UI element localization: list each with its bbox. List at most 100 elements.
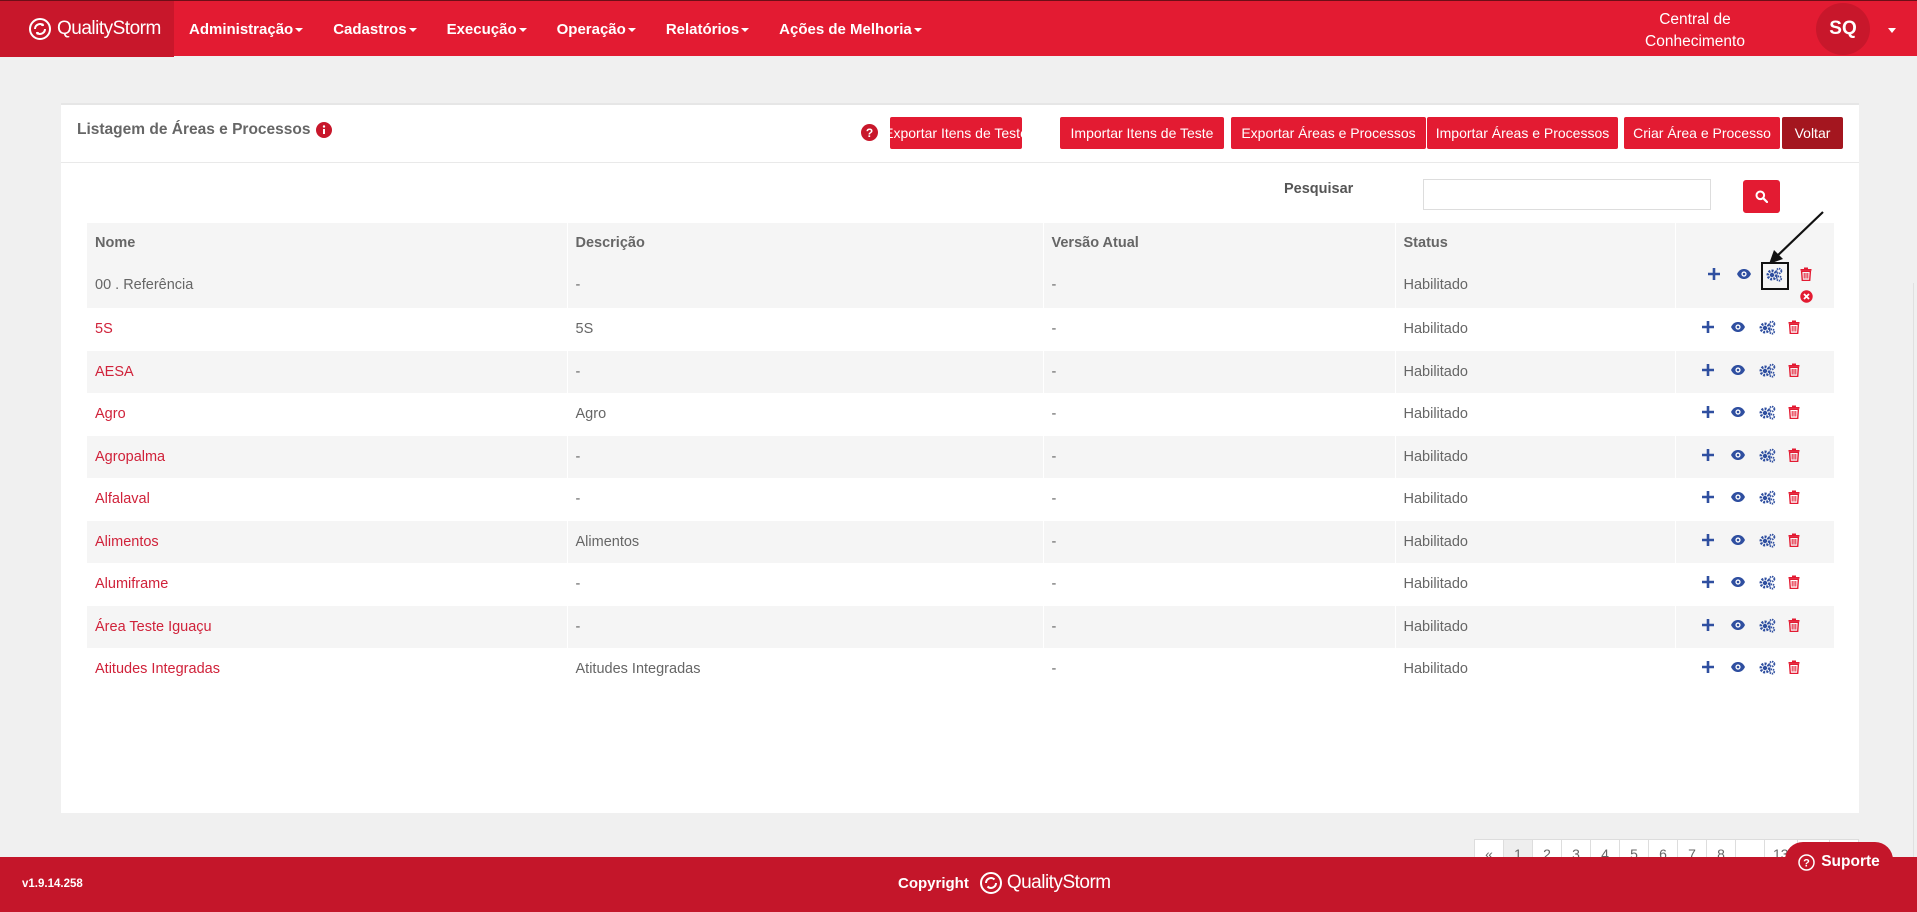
add-icon[interactable] — [1701, 363, 1719, 381]
table-row[interactable]: Atitudes Integradas Atitudes Integradas - H… — [87, 648, 1835, 691]
disable-icon[interactable] — [1799, 290, 1818, 308]
menu-operacao[interactable]: Operação — [542, 21, 651, 38]
view-icon[interactable] — [1730, 320, 1748, 338]
table-row[interactable]: AESA - - Habilitado — [87, 350, 1835, 393]
cell-nome[interactable]: Alimentos — [87, 520, 568, 563]
add-icon[interactable] — [1701, 320, 1719, 338]
column-header-versao-atual[interactable]: Versão Atual — [1043, 223, 1396, 262]
search-button[interactable] — [1743, 180, 1780, 213]
view-icon[interactable] — [1730, 490, 1748, 508]
cell-nome[interactable]: Atitudes Integradas — [87, 648, 568, 691]
cell-actions — [1675, 262, 1835, 308]
table-row[interactable]: Alfalaval - - Habilitado — [87, 478, 1835, 521]
caret-down-icon — [627, 27, 636, 32]
table-row[interactable]: Agro Agro - Habilitado — [87, 393, 1835, 436]
cell-nome[interactable]: AESA — [87, 350, 568, 393]
settings-gears-icon[interactable] — [1759, 405, 1777, 423]
add-icon[interactable] — [1701, 490, 1719, 508]
cell-nome[interactable]: 5S — [87, 308, 568, 351]
menu-relatorios[interactable]: Relatórios — [651, 21, 764, 38]
delete-icon[interactable] — [1788, 405, 1806, 423]
delete-icon[interactable] — [1800, 267, 1818, 285]
settings-gears-icon[interactable] — [1759, 363, 1777, 381]
cell-actions — [1675, 393, 1835, 436]
panel-header: Listagem de Áreas e Processos ? Exportar… — [61, 105, 1859, 163]
settings-gears-icon[interactable] — [1759, 575, 1777, 593]
table-row[interactable]: Agropalma - - Habilitado — [87, 435, 1835, 478]
settings-gears-icon[interactable] — [1759, 448, 1777, 466]
delete-icon[interactable] — [1788, 363, 1806, 381]
user-avatar[interactable]: SQ — [1816, 3, 1870, 55]
cell-nome[interactable]: Área Teste Iguaçu — [87, 605, 568, 648]
cell-nome[interactable]: Alumiframe — [87, 563, 568, 606]
settings-gears-icon[interactable] — [1759, 533, 1777, 551]
scrollbar[interactable] — [1913, 283, 1914, 895]
annotation-arrow-icon — [1769, 211, 1824, 264]
delete-icon[interactable] — [1788, 575, 1806, 593]
cell-nome[interactable]: Alfalaval — [87, 478, 568, 521]
delete-icon[interactable] — [1788, 320, 1806, 338]
export-test-items-button[interactable]: Exportar Itens de Teste — [884, 117, 1028, 149]
view-icon[interactable] — [1736, 267, 1754, 285]
cell-status: Habilitado — [1395, 648, 1676, 691]
page-title: Listagem de Áreas e Processos — [77, 121, 311, 138]
settings-gears-icon[interactable] — [1766, 267, 1784, 285]
cell-versao-atual: - — [1043, 478, 1396, 521]
view-icon[interactable] — [1730, 405, 1748, 423]
import-test-items-button[interactable]: Importar Itens de Teste — [1060, 117, 1224, 149]
delete-icon[interactable] — [1788, 533, 1806, 551]
app-version: v1.9.14.258 — [22, 878, 83, 890]
menu-administracao[interactable]: Administração — [174, 21, 318, 38]
cell-nome[interactable]: Agro — [87, 393, 568, 436]
support-button[interactable]: ? Suporte — [1785, 842, 1893, 882]
brand-logo[interactable]: QualityStorm — [0, 1, 174, 57]
view-icon[interactable] — [1730, 533, 1748, 551]
cell-descricao: - — [567, 605, 1044, 648]
add-icon[interactable] — [1701, 660, 1719, 678]
add-icon[interactable] — [1701, 405, 1719, 423]
menu-cadastros[interactable]: Cadastros — [318, 21, 431, 38]
column-header-nome[interactable]: Nome — [87, 223, 568, 262]
delete-icon[interactable] — [1788, 448, 1806, 466]
view-icon[interactable] — [1730, 575, 1748, 593]
settings-gears-icon[interactable] — [1759, 660, 1777, 678]
menu-acoes-de-melhoria[interactable]: Ações de Melhoria — [764, 21, 937, 38]
settings-gears-icon[interactable] — [1759, 490, 1777, 508]
create-area-button[interactable]: Criar Área e Processo — [1624, 117, 1780, 149]
column-header-descricao[interactable]: Descrição — [567, 223, 1044, 262]
cell-descricao: Alimentos — [567, 520, 1044, 563]
view-icon[interactable] — [1730, 363, 1748, 381]
view-icon[interactable] — [1730, 618, 1748, 636]
add-icon[interactable] — [1701, 448, 1719, 466]
export-areas-button[interactable]: Exportar Áreas e Processos — [1231, 117, 1426, 149]
view-icon[interactable] — [1730, 448, 1748, 466]
table-row[interactable]: Alimentos Alimentos - Habilitado — [87, 520, 1835, 563]
table-row[interactable]: 00 . Referência - - Habilitado — [87, 262, 1835, 308]
add-icon[interactable] — [1701, 575, 1719, 593]
table-row[interactable]: 5S 5S - Habilitado — [87, 308, 1835, 351]
user-menu-caret-icon[interactable] — [1888, 28, 1896, 33]
add-icon[interactable] — [1707, 267, 1725, 285]
delete-icon[interactable] — [1788, 490, 1806, 508]
view-icon[interactable] — [1730, 660, 1748, 678]
settings-gears-icon[interactable] — [1759, 320, 1777, 338]
back-button[interactable]: Voltar — [1782, 117, 1843, 149]
table-row[interactable]: Alumiframe - - Habilitado — [87, 563, 1835, 606]
central-de-conhecimento-link[interactable]: Central de Conhecimento — [1640, 9, 1750, 53]
help-icon[interactable]: ? — [861, 124, 878, 141]
menu-execucao[interactable]: Execução — [432, 21, 542, 38]
add-icon[interactable] — [1701, 618, 1719, 636]
cell-versao-atual: - — [1043, 435, 1396, 478]
add-icon[interactable] — [1701, 533, 1719, 551]
settings-gears-icon[interactable] — [1759, 618, 1777, 636]
cell-status: Habilitado — [1395, 435, 1676, 478]
table-row[interactable]: Área Teste Iguaçu - - Habilitado — [87, 605, 1835, 648]
info-icon[interactable] — [316, 122, 332, 138]
search-input[interactable] — [1423, 179, 1711, 210]
column-header-status[interactable]: Status — [1395, 223, 1676, 262]
delete-icon[interactable] — [1788, 618, 1806, 636]
import-areas-button[interactable]: Importar Áreas e Processos — [1427, 117, 1618, 149]
delete-icon[interactable] — [1788, 660, 1806, 678]
cell-versao-atual: - — [1043, 520, 1396, 563]
cell-nome[interactable]: Agropalma — [87, 435, 568, 478]
